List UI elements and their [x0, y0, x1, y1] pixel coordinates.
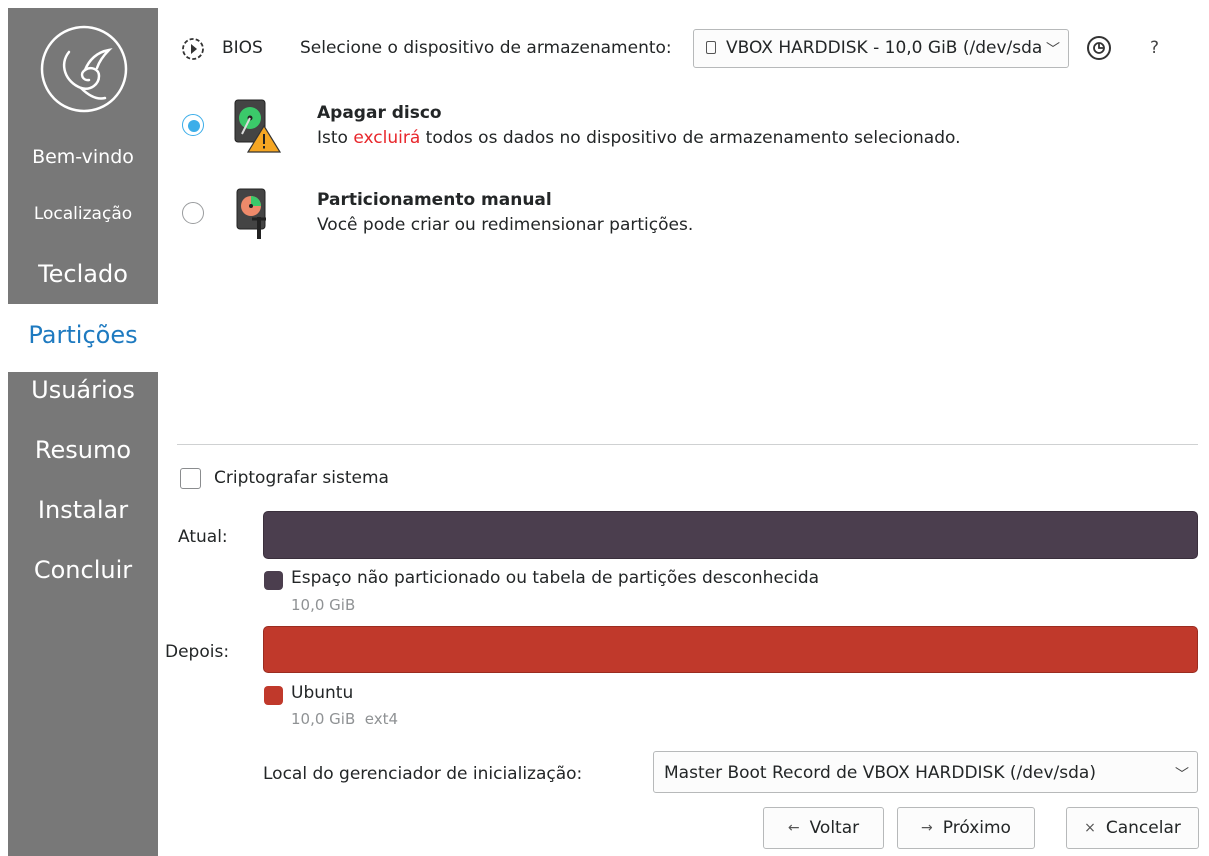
next-button-label: Próximo: [942, 818, 1011, 838]
sidebar-item-finish: Concluir: [33, 556, 133, 584]
encrypt-system-label[interactable]: Criptografar sistema: [214, 468, 389, 488]
calamares-logo: [40, 25, 128, 113]
after-partition-bar: [263, 626, 1198, 673]
chevron-down-icon: ﹀: [1046, 42, 1060, 58]
erase-desc-suffix: todos os dados no dispositivo de armazen…: [420, 128, 961, 148]
erase-disk-radio[interactable]: [182, 114, 204, 136]
encrypt-system-checkbox[interactable]: [180, 468, 201, 489]
manual-partitioning-description: Você pode criar ou redimensionar partiçõ…: [317, 215, 694, 235]
storage-device-prompt: Selecione o dispositivo de armazenamento…: [300, 38, 672, 58]
sidebar: Bem-vindo Localização Teclado Partições …: [8, 8, 158, 856]
manual-partitioning-radio[interactable]: [182, 202, 204, 224]
sidebar-item-partitions: Partições: [8, 304, 158, 372]
back-button-label: Voltar: [809, 818, 860, 838]
after-layout-label: Depois:: [165, 642, 230, 662]
next-button[interactable]: → Próximo: [897, 807, 1035, 849]
sidebar-item-location: Localização: [33, 204, 133, 224]
back-button[interactable]: ← Voltar: [763, 807, 884, 849]
revert-changes-icon[interactable]: [1084, 33, 1114, 63]
cancel-button-label: Cancelar: [1105, 818, 1181, 838]
chevron-down-icon: ﹀: [1175, 767, 1189, 783]
bootloader-location-select[interactable]: Master Boot Record de VBOX HARDDISK (/de…: [653, 751, 1198, 793]
erase-disk-title: Apagar disco: [317, 103, 442, 123]
current-layout-label: Atual:: [178, 527, 228, 547]
sidebar-item-keyboard: Teclado: [38, 260, 128, 288]
erase-desc-prefix: Isto: [317, 128, 354, 148]
help-button[interactable]: ?: [1150, 38, 1159, 58]
bootloader-location-value: Master Boot Record de VBOX HARDDISK (/de…: [664, 763, 1096, 783]
erase-disk-icon: [234, 99, 282, 153]
unpartitioned-swatch: [264, 571, 283, 590]
bootloader-location-label: Local do gerenciador de inicialização:: [263, 764, 583, 784]
erase-desc-warning: excluirá: [353, 128, 421, 148]
sidebar-item-summary: Resumo: [34, 436, 132, 464]
storage-device-select[interactable]: VBOX HARDDISK - 10,0 GiB (/dev/sda) ﹀: [693, 29, 1069, 68]
arrow-right-icon: →: [921, 820, 933, 836]
arrow-left-icon: ←: [787, 820, 800, 836]
unpartitioned-legend-size: 10,0 GiB: [291, 596, 356, 614]
drive-icon: [706, 41, 716, 54]
sidebar-item-welcome: Bem-vindo: [32, 146, 134, 168]
close-icon: ×: [1084, 820, 1096, 836]
manual-partitioning-icon: [236, 188, 266, 239]
ubuntu-legend-size: 10,0 GiB ext4: [291, 710, 399, 728]
manual-partitioning-title: Particionamento manual: [317, 190, 552, 210]
ubuntu-partition-swatch: [264, 686, 283, 705]
unpartitioned-legend-name: Espaço não particionado ou tabela de par…: [291, 568, 820, 588]
cancel-button[interactable]: × Cancelar: [1066, 807, 1199, 849]
sidebar-item-install: Instalar: [37, 496, 129, 524]
storage-device-value: VBOX HARDDISK - 10,0 GiB (/dev/sda): [726, 38, 1041, 58]
divider: [177, 444, 1198, 445]
firmware-bios-icon: [182, 38, 204, 60]
erase-disk-description: Isto excluirá todos os dados no disposit…: [317, 128, 961, 148]
sidebar-item-users: Usuários: [31, 376, 135, 404]
current-partition-bar: [263, 511, 1198, 559]
firmware-type-label: BIOS: [222, 38, 263, 58]
ubuntu-legend-name: Ubuntu: [291, 683, 354, 703]
